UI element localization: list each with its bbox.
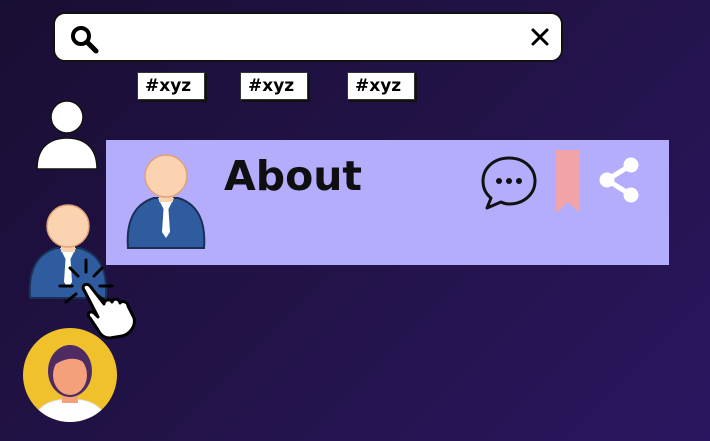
tag-chip[interactable]: #xyz — [240, 72, 308, 100]
user-silhouette-icon[interactable] — [34, 98, 100, 172]
card-title: About — [224, 152, 363, 200]
share-icon[interactable] — [595, 156, 643, 204]
search-bar[interactable] — [53, 12, 563, 62]
female-avatar[interactable] — [22, 327, 118, 431]
search-input[interactable] — [113, 14, 511, 62]
search-icon[interactable] — [69, 24, 99, 54]
tag-chip[interactable]: #xyz — [137, 72, 205, 100]
male-businessman-avatar — [126, 154, 206, 249]
close-icon[interactable] — [527, 24, 553, 50]
about-card[interactable]: About — [106, 140, 669, 265]
comment-icon[interactable] — [479, 154, 539, 212]
bookmark-icon[interactable] — [555, 150, 581, 214]
tag-chip[interactable]: #xyz — [347, 72, 415, 100]
